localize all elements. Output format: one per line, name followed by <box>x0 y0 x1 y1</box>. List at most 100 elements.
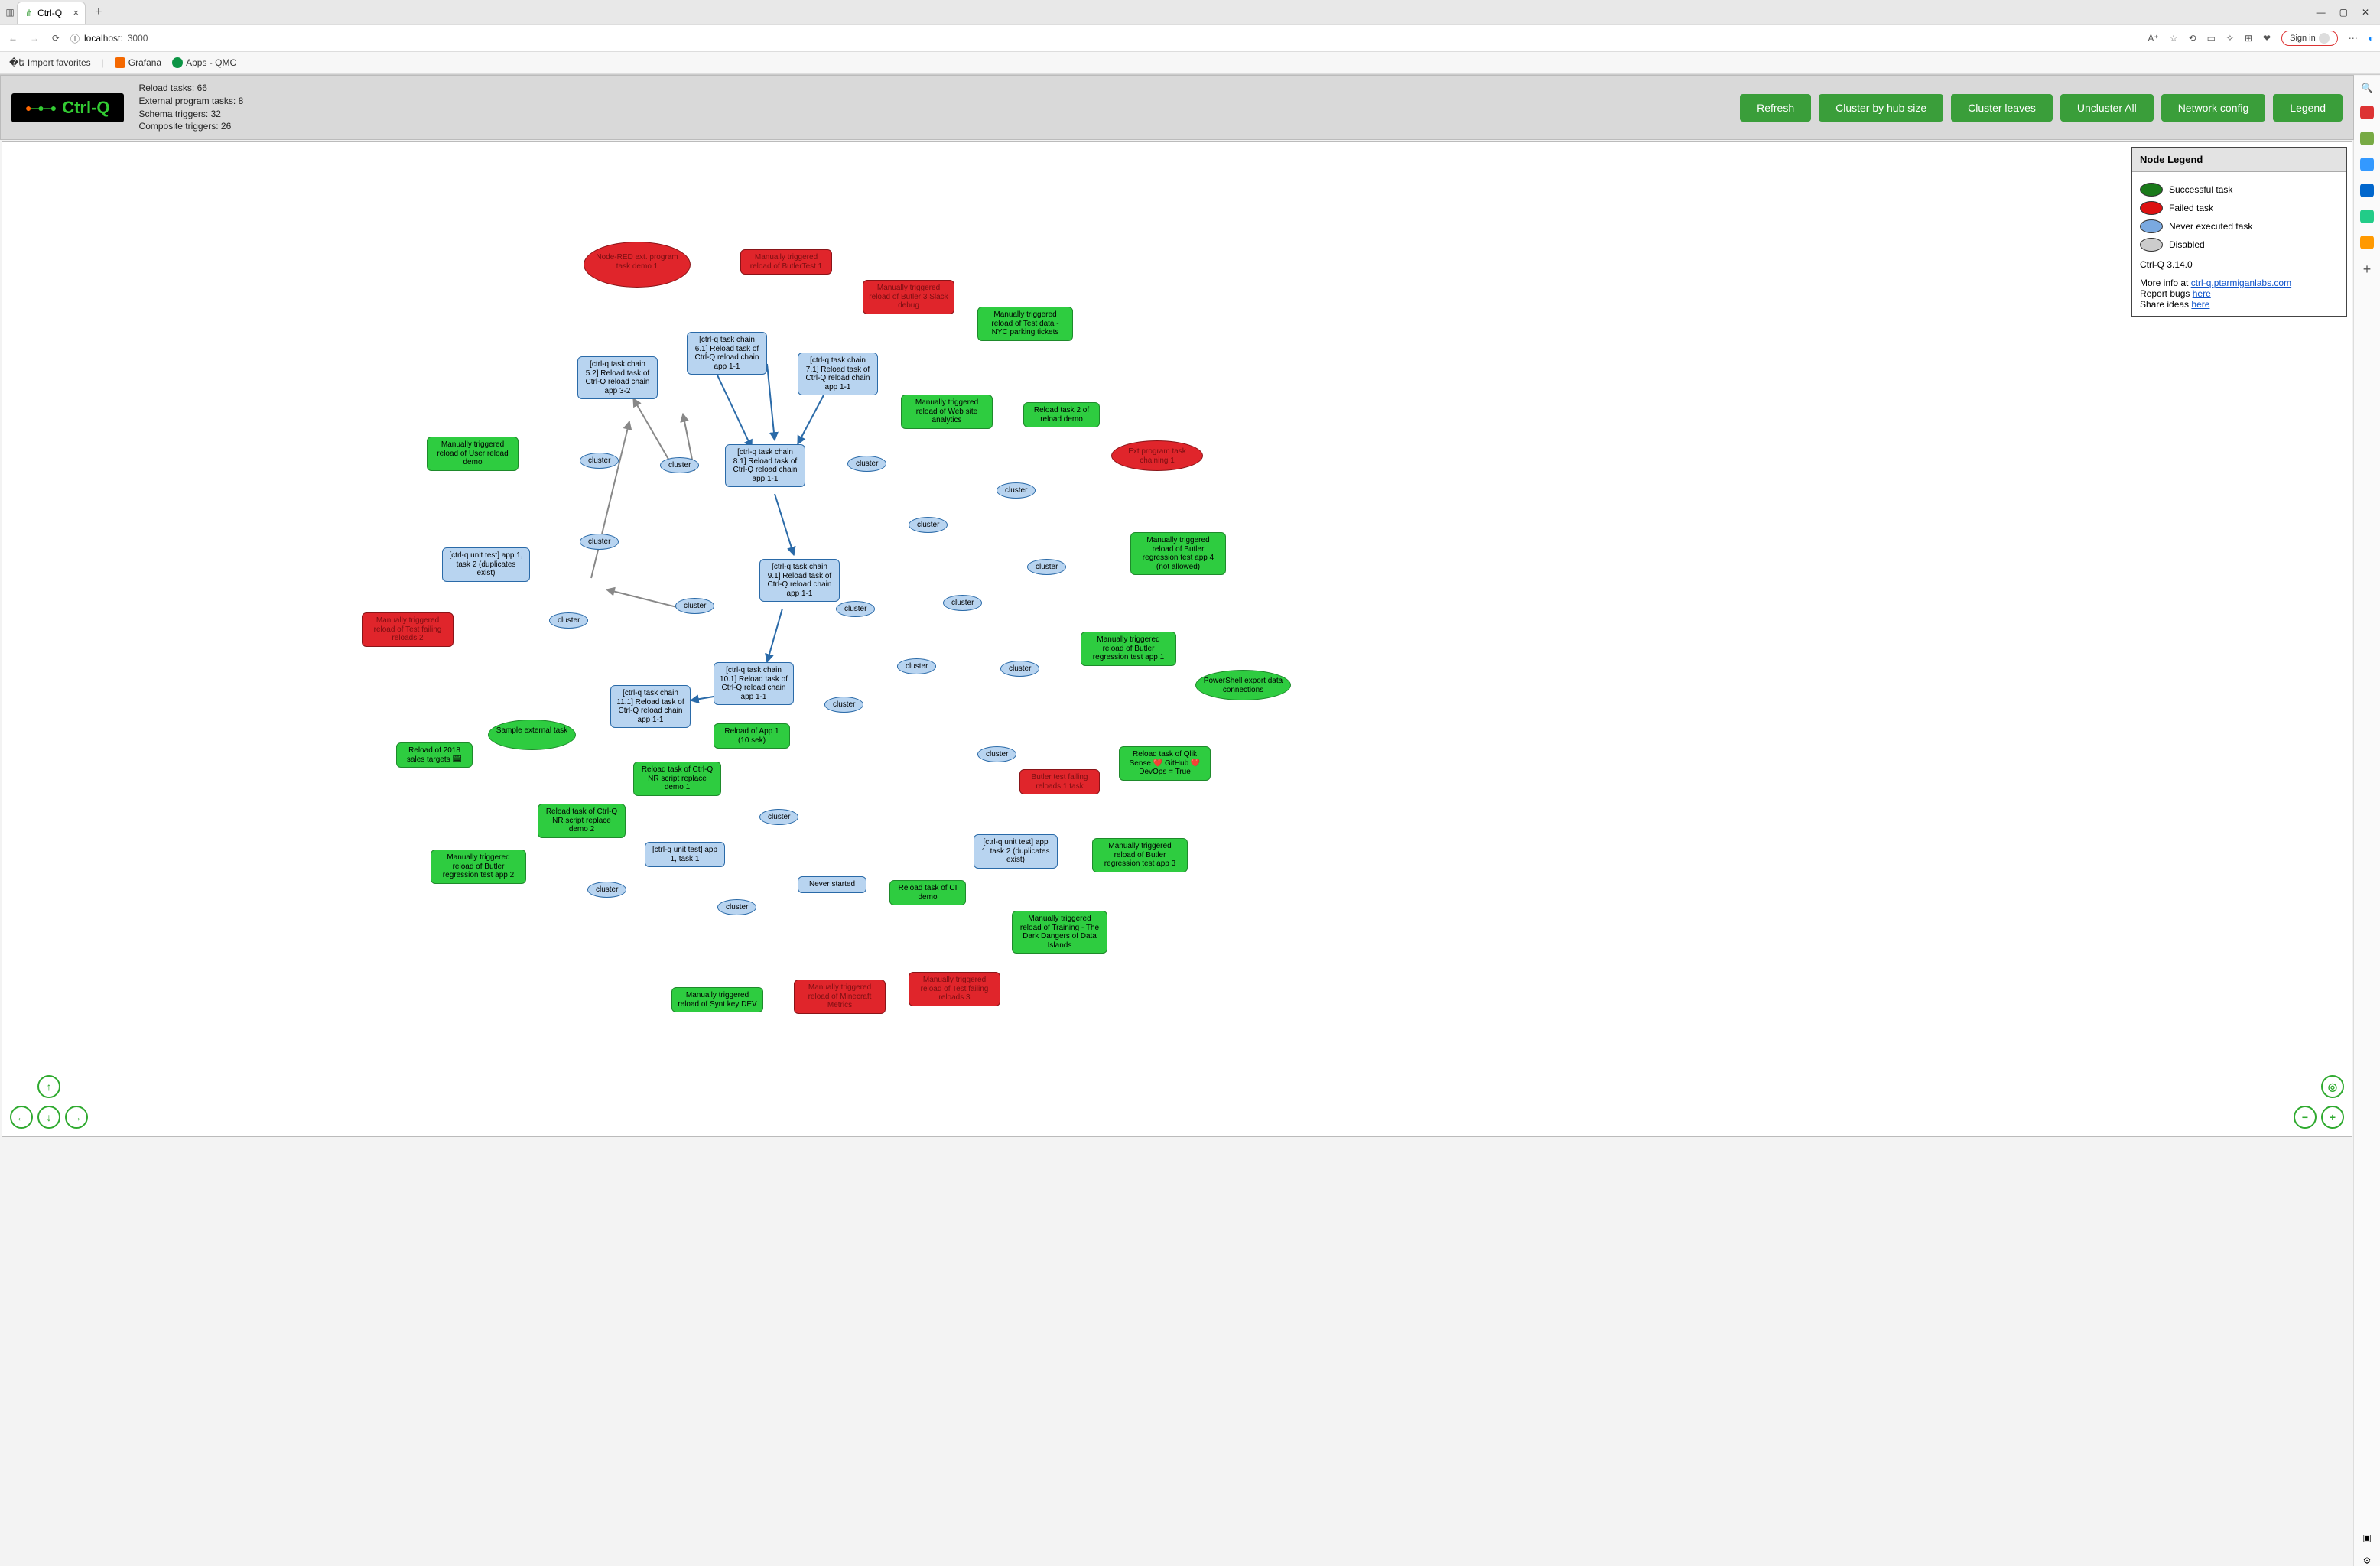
cluster-node[interactable]: cluster <box>587 882 626 898</box>
browser-tab[interactable]: ⋔ Ctrl-Q × <box>17 2 86 24</box>
nav-right-button[interactable]: → <box>65 1106 88 1129</box>
cluster-node[interactable]: cluster <box>549 612 588 629</box>
uncluster-all-button[interactable]: Uncluster All <box>2060 94 2154 122</box>
favorite-icon[interactable]: ☆ <box>2170 33 2178 44</box>
cluster-node[interactable]: cluster <box>660 457 699 473</box>
bookmark-apps-qmc[interactable]: Apps - QMC <box>172 57 236 68</box>
refresh-button[interactable]: Refresh <box>1740 94 1811 122</box>
sidebar-icon-4[interactable] <box>2360 184 2374 197</box>
sidebar-add-icon[interactable]: + <box>2363 262 2372 278</box>
zoom-in-button[interactable]: + <box>2321 1106 2344 1129</box>
cluster-node[interactable]: cluster <box>836 601 875 617</box>
legend-button[interactable]: Legend <box>2273 94 2343 122</box>
sidebar-settings-icon[interactable]: ⚙ <box>2363 1555 2372 1566</box>
node-syntkey-dev[interactable]: Manually triggered reload of Synt key DE… <box>671 987 763 1012</box>
close-tab-icon[interactable]: × <box>73 7 79 18</box>
sidebar-icon-6[interactable] <box>2360 236 2374 249</box>
node-chain-8-1[interactable]: [ctrl-q task chain 8.1] Reload task of C… <box>725 444 805 487</box>
site-info-icon[interactable]: ⓘ <box>70 32 80 45</box>
cluster-node[interactable]: cluster <box>580 453 619 469</box>
performance-icon[interactable]: ❤ <box>2263 33 2271 44</box>
cluster-node[interactable]: cluster <box>909 517 948 533</box>
network-canvas[interactable]: Node-RED ext. program task demo 1 Manual… <box>2 141 2352 1137</box>
cluster-node[interactable]: cluster <box>847 456 886 472</box>
sidebar-search-icon[interactable]: 🔍 <box>2362 83 2373 93</box>
nav-down-button[interactable]: ↓ <box>37 1106 60 1129</box>
node-github-devops[interactable]: Reload task of Qlik Sense ❤️ GitHub ❤️ D… <box>1119 746 1211 781</box>
nav-left-button[interactable]: ← <box>10 1106 33 1129</box>
node-regapp3[interactable]: Manually triggered reload of Butler regr… <box>1092 838 1188 872</box>
app-icon[interactable]: ⊞ <box>2245 33 2252 44</box>
tab-list-icon[interactable]: ▥ <box>3 7 17 18</box>
copilot-icon[interactable]: ◐ <box>2369 33 2374 44</box>
cluster-node[interactable]: cluster <box>824 697 863 713</box>
cluster-node[interactable]: cluster <box>580 534 619 550</box>
node-never-started[interactable]: Never started <box>798 876 866 893</box>
node-unit-dup2[interactable]: [ctrl-q unit test] app 1, task 2 (duplic… <box>974 834 1058 869</box>
node-chain-6-1[interactable]: [ctrl-q task chain 6.1] Reload task of C… <box>687 332 767 375</box>
node-sales2018[interactable]: Reload of 2018 sales targets 🗓 <box>396 742 473 768</box>
node-unit-dup1[interactable]: [ctrl-q unit test] app 1, task 2 (duplic… <box>442 547 530 582</box>
node-regapp2[interactable]: Manually triggered reload of Butler regr… <box>431 850 526 884</box>
sidebar-icon-5[interactable] <box>2360 210 2374 223</box>
node-butler-fail1[interactable]: Butler test failing reloads 1 task <box>1019 769 1100 794</box>
read-aloud-icon[interactable]: A⁺ <box>2148 33 2158 44</box>
legend-bugs-link[interactable]: here <box>2193 288 2211 299</box>
legend-moreinfo-link[interactable]: ctrl-q.ptarmiganlabs.com <box>2191 278 2291 288</box>
more-icon[interactable]: ⋯ <box>2349 33 2358 44</box>
minimize-icon[interactable]: — <box>2317 7 2326 18</box>
maximize-icon[interactable]: ▢ <box>2339 7 2348 18</box>
sidebar-icon-3[interactable] <box>2360 158 2374 171</box>
node-butler3-slack[interactable]: Manually triggered reload of Butler 3 Sl… <box>863 280 954 314</box>
extensions-icon[interactable]: ✧ <box>2226 33 2234 44</box>
cluster-node[interactable]: cluster <box>1000 661 1039 677</box>
node-unit-task1[interactable]: [ctrl-q unit test] app 1, task 1 <box>645 842 725 867</box>
node-ci-demo[interactable]: Reload task of CI demo <box>889 880 966 905</box>
cluster-node[interactable]: cluster <box>897 658 936 674</box>
close-window-icon[interactable]: ✕ <box>2362 7 2369 18</box>
node-user-reload[interactable]: Manually triggered reload of User reload… <box>427 437 519 471</box>
node-failing3[interactable]: Manually triggered reload of Test failin… <box>909 972 1000 1006</box>
zoom-out-button[interactable]: − <box>2294 1106 2317 1129</box>
cluster-node[interactable]: cluster <box>1027 559 1066 575</box>
node-chain-5-2[interactable]: [ctrl-q task chain 5.2] Reload task of C… <box>577 356 658 399</box>
node-nrscript1[interactable]: Reload task of Ctrl-Q NR script replace … <box>633 762 721 796</box>
node-regapp4[interactable]: Manually triggered reload of Butler regr… <box>1130 532 1226 575</box>
signin-button[interactable]: Sign in <box>2281 31 2338 46</box>
cluster-node[interactable]: cluster <box>977 746 1016 762</box>
import-favorites-button[interactable]: �եImport favorites <box>9 57 91 68</box>
legend-ideas-link[interactable]: here <box>2191 299 2209 310</box>
new-tab-button[interactable]: + <box>90 5 106 19</box>
node-chain-9-1[interactable]: [ctrl-q task chain 9.1] Reload task of C… <box>759 559 840 602</box>
sidebar-icon-2[interactable] <box>2360 132 2374 145</box>
cluster-hub-button[interactable]: Cluster by hub size <box>1819 94 1943 122</box>
node-app1-10s[interactable]: Reload of App 1 (10 sek) <box>714 723 790 749</box>
node-chain-11-1[interactable]: [ctrl-q task chain 11.1] Reload task of … <box>610 685 691 728</box>
back-icon[interactable]: ← <box>6 33 20 44</box>
network-config-button[interactable]: Network config <box>2161 94 2266 122</box>
node-failing2[interactable]: Manually triggered reload of Test failin… <box>362 612 454 647</box>
node-reload-demo2[interactable]: Reload task 2 of reload demo <box>1023 402 1100 427</box>
node-nrscript2[interactable]: Reload task of Ctrl-Q NR script replace … <box>538 804 626 838</box>
cluster-node[interactable]: cluster <box>717 899 756 915</box>
node-nodered-ext[interactable]: Node-RED ext. program task demo 1 <box>584 242 691 288</box>
fit-view-button[interactable]: ◎ <box>2321 1075 2344 1098</box>
node-chain-10-1[interactable]: [ctrl-q task chain 10.1] Reload task of … <box>714 662 794 705</box>
node-minecraft[interactable]: Manually triggered reload of Minecraft M… <box>794 980 886 1014</box>
node-butlertest1[interactable]: Manually triggered reload of ButlerTest … <box>740 249 832 275</box>
cluster-node[interactable]: cluster <box>759 809 798 825</box>
node-ext-chain1[interactable]: Ext program task chaining 1 <box>1111 440 1203 471</box>
nav-up-button[interactable]: ↑ <box>37 1075 60 1098</box>
cluster-node[interactable]: cluster <box>943 595 982 611</box>
node-regapp1[interactable]: Manually triggered reload of Butler regr… <box>1081 632 1176 666</box>
sidebar-icon-1[interactable] <box>2360 106 2374 119</box>
node-sample-ext[interactable]: Sample external task <box>488 720 576 750</box>
node-nyc-parking[interactable]: Manually triggered reload of Test data -… <box>977 307 1073 341</box>
node-chain-7-1[interactable]: [ctrl-q task chain 7.1] Reload task of C… <box>798 353 878 395</box>
reload-icon[interactable]: ⟳ <box>49 33 63 44</box>
node-website-analytics[interactable]: Manually triggered reload of Web site an… <box>901 395 993 429</box>
node-training-islands[interactable]: Manually triggered reload of Training - … <box>1012 911 1107 954</box>
node-ps-export[interactable]: PowerShell export data connections <box>1195 670 1291 700</box>
cluster-node[interactable]: cluster <box>997 482 1036 499</box>
sync-icon[interactable]: ⟲ <box>2189 33 2196 44</box>
